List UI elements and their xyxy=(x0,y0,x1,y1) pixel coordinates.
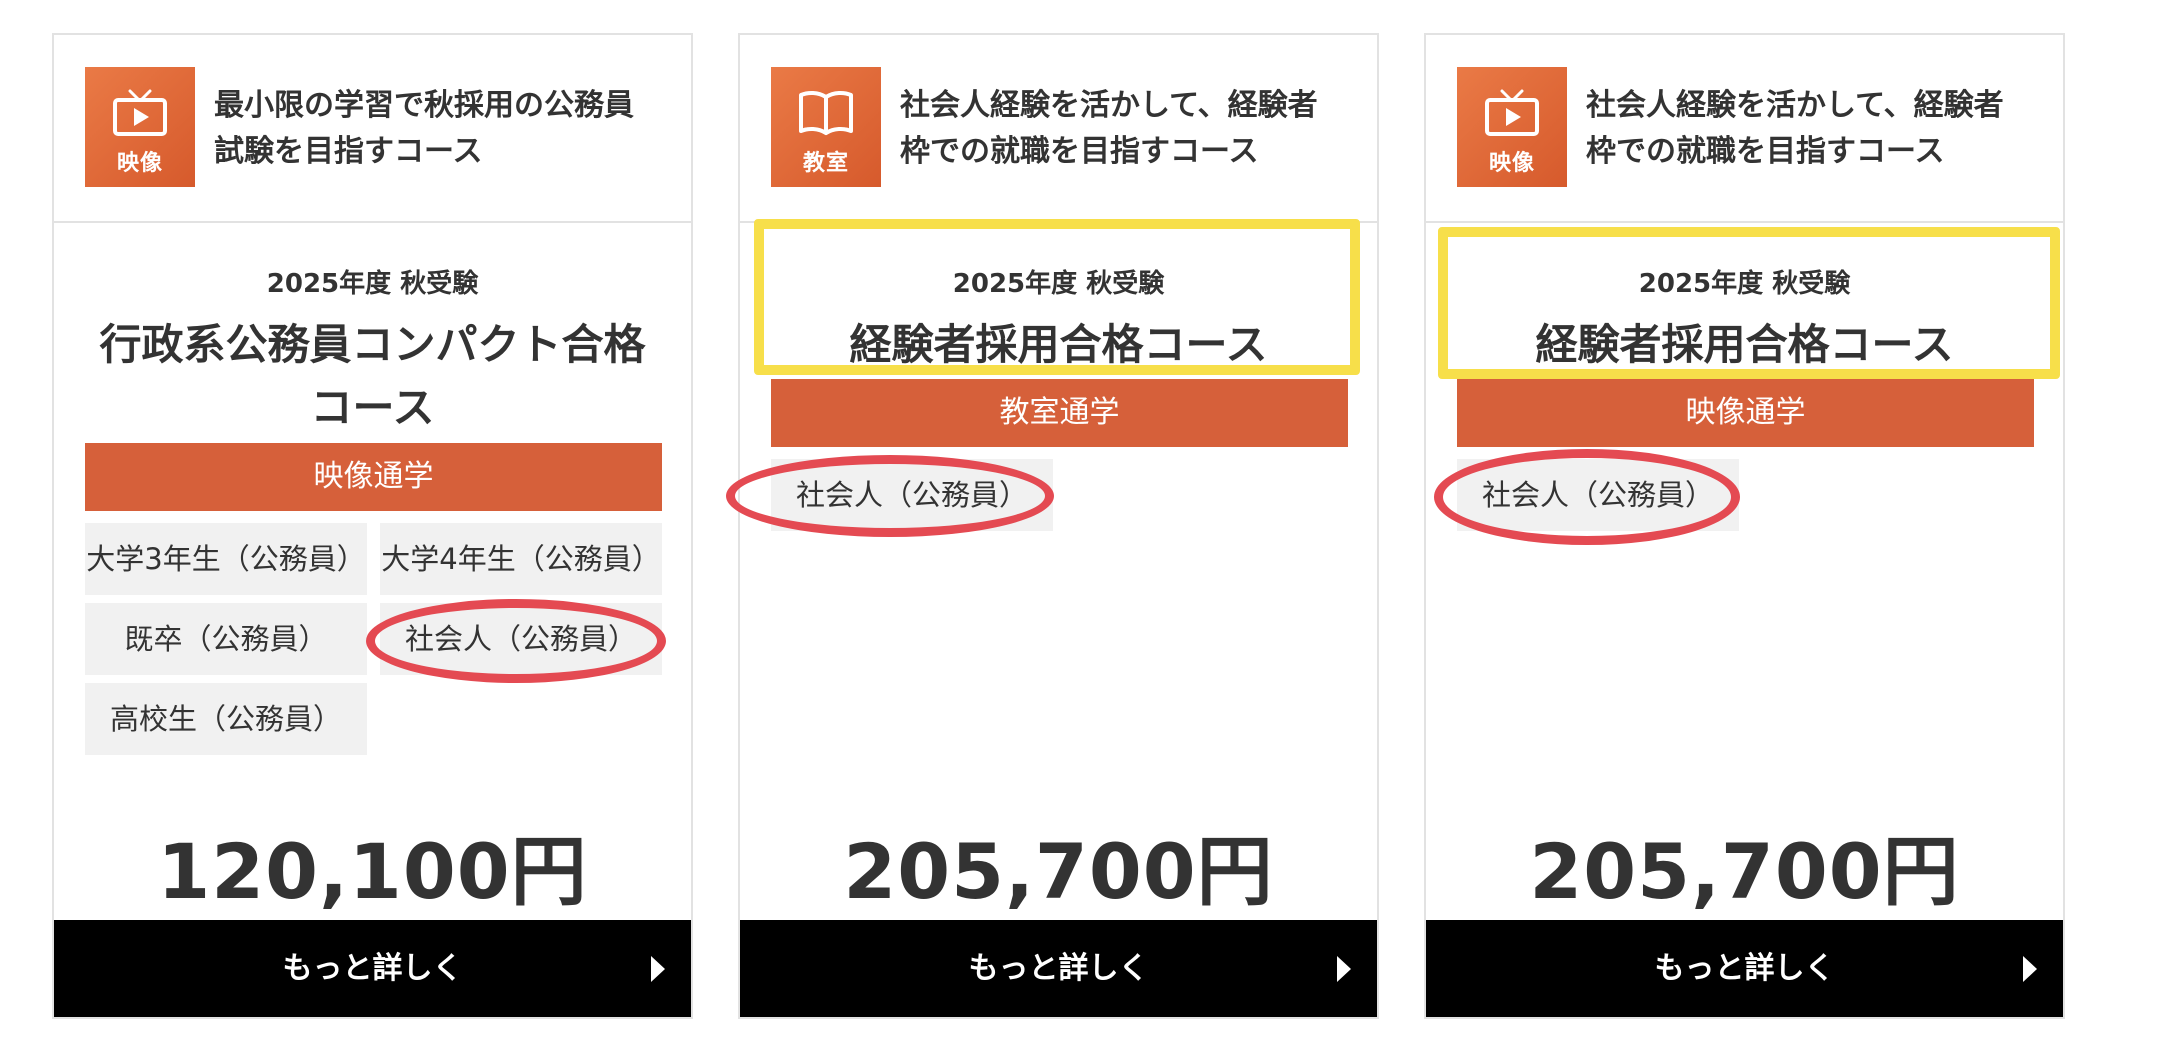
more-details-button[interactable]: もっと詳しく xyxy=(54,920,691,1017)
course-card-compact: 映像 最小限の学習で秋採用の公務員 試験を目指すコース 2025年度 秋受験 行… xyxy=(52,33,693,1019)
course-price: 205,700円 xyxy=(843,827,1274,916)
badge-label: 映像 xyxy=(1488,151,1535,176)
course-summary: 社会人経験を活かして、経験者 枠での就職を目指すコース xyxy=(900,88,1318,169)
red-circle-annotation xyxy=(366,599,666,683)
media-badge: 教室 xyxy=(771,67,881,187)
media-badge: 映像 xyxy=(85,67,195,187)
arrow-right-icon xyxy=(651,956,665,982)
more-details-button[interactable]: もっと詳しく xyxy=(1426,920,2063,1017)
course-title: 経験者採用合格コース xyxy=(1535,320,1954,369)
arrow-right-icon xyxy=(2023,956,2037,982)
target-tag: 既卒（公務員） xyxy=(85,603,367,675)
course-price: 120,100円 xyxy=(157,827,588,916)
badge-label: 映像 xyxy=(116,151,163,176)
red-circle-annotation xyxy=(1434,449,1740,545)
card-header: 映像 社会人経験を活かして、経験者 枠での就職を目指すコース xyxy=(1426,35,2063,223)
exam-year: 2025年度 秋受験 xyxy=(1638,269,1851,299)
exam-year: 2025年度 秋受験 xyxy=(952,269,1165,299)
course-card-experienced-video: 映像 社会人経験を活かして、経験者 枠での就職を目指すコース 2025年度 秋受… xyxy=(1424,33,2065,1019)
course-summary: 社会人経験を活かして、経験者 枠での就職を目指すコース xyxy=(1586,88,2004,169)
tv-icon xyxy=(113,89,167,136)
more-details-label: もっと詳しく xyxy=(282,951,463,986)
red-circle-annotation xyxy=(726,455,1054,537)
badge-label: 教室 xyxy=(802,151,849,176)
more-details-button[interactable]: もっと詳しく xyxy=(740,920,1377,1017)
target-tag: 大学4年生（公務員） xyxy=(380,523,662,595)
more-details-label: もっと詳しく xyxy=(968,951,1149,986)
card-header: 映像 最小限の学習で秋採用の公務員 試験を目指すコース xyxy=(54,35,691,223)
study-mode-bar: 映像通学 xyxy=(1457,379,2034,447)
arrow-right-icon xyxy=(1337,956,1351,982)
more-details-label: もっと詳しく xyxy=(1654,951,1835,986)
course-title: 経験者採用合格コース xyxy=(849,320,1268,369)
study-mode-bar: 教室通学 xyxy=(771,379,1348,447)
study-mode-bar: 映像通学 xyxy=(85,443,662,511)
media-badge: 映像 xyxy=(1457,67,1567,187)
course-summary: 最小限の学習で秋採用の公務員 試験を目指すコース xyxy=(214,88,634,169)
exam-year: 2025年度 秋受験 xyxy=(266,269,479,299)
tv-icon xyxy=(1485,89,1539,136)
card-header: 教室 社会人経験を活かして、経験者 枠での就職を目指すコース xyxy=(740,35,1377,223)
target-tag: 大学3年生（公務員） xyxy=(85,523,367,595)
course-card-experienced-classroom: 教室 社会人経験を活かして、経験者 枠での就職を目指すコース 2025年度 秋受… xyxy=(726,33,1379,1019)
course-price: 205,700円 xyxy=(1529,827,1960,916)
course-title: 行政系公務員コンパクト合格 コース xyxy=(99,320,646,432)
book-icon xyxy=(799,90,853,135)
target-tag: 高校生（公務員） xyxy=(85,683,367,755)
